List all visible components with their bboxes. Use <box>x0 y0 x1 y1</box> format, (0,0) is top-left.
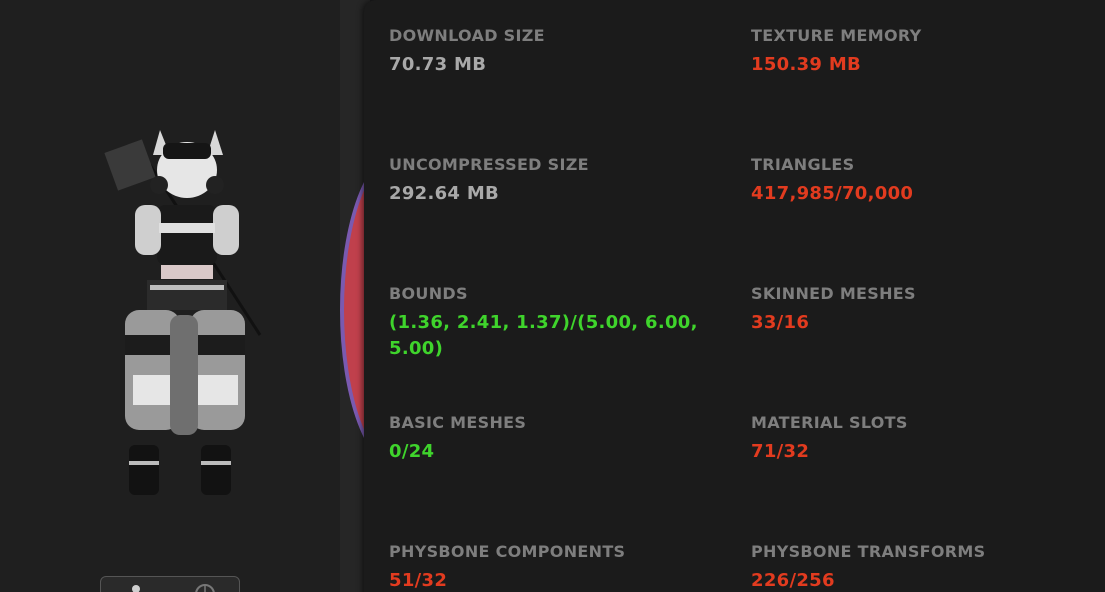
stat-label: MATERIAL SLOTS <box>751 413 908 432</box>
stat-basic-meshes: BASIC MESHES 0/24 <box>389 413 709 465</box>
stat-value: 0/24 <box>389 441 435 462</box>
stat-label: BASIC MESHES <box>389 413 527 432</box>
avatar-model-preview <box>104 130 262 495</box>
stat-label: UNCOMPRESSED SIZE <box>389 155 589 174</box>
stat-bounds: BOUNDS (1.36, 2.41, 1.37)/(5.00, 6.00, 5… <box>389 284 709 362</box>
stat-value: 51/32 <box>389 570 448 591</box>
stat-value: 292.64 MB <box>389 183 500 204</box>
stat-label: SKINNED MESHES <box>751 284 916 303</box>
performance-stats-panel: DOWNLOAD SIZE 70.73 MB TEXTURE MEMORY 15… <box>364 0 1105 592</box>
avatar-view-icon[interactable] <box>125 583 147 592</box>
preview-view-toggle[interactable] <box>100 576 240 592</box>
sphere-view-icon[interactable] <box>194 583 216 592</box>
stat-physbone-transforms: PHYSBONE TRANSFORMS 226/256 <box>751 542 1071 592</box>
stat-value: 70.73 MB <box>389 54 487 75</box>
stat-texture-memory: TEXTURE MEMORY 150.39 MB <box>751 26 1071 78</box>
stat-triangles: TRIANGLES 417,985/70,000 <box>751 155 1071 207</box>
stat-label: DOWNLOAD SIZE <box>389 26 545 45</box>
stat-label: BOUNDS <box>389 284 468 303</box>
stat-label: PHYSBONE COMPONENTS <box>389 542 626 561</box>
stat-value: 150.39 MB <box>751 54 862 75</box>
stat-download-size: DOWNLOAD SIZE 70.73 MB <box>389 26 709 78</box>
stat-value: 417,985/70,000 <box>751 183 914 204</box>
stat-uncompressed-size: UNCOMPRESSED SIZE 292.64 MB <box>389 155 709 207</box>
avatar-performance-screen: DOWNLOAD SIZE 70.73 MB TEXTURE MEMORY 15… <box>0 0 1105 592</box>
stat-label: TEXTURE MEMORY <box>751 26 922 45</box>
stat-label: PHYSBONE TRANSFORMS <box>751 542 986 561</box>
stat-value-line: (1.36, 2.41, 1.37)/(5.00, 6.00, <box>389 312 698 333</box>
stat-value-line: 5.00) <box>389 338 444 359</box>
avatar-preview-pane <box>0 0 340 592</box>
stat-value: 33/16 <box>751 312 810 333</box>
stat-label: TRIANGLES <box>751 155 855 174</box>
stat-value: (1.36, 2.41, 1.37)/(5.00, 6.00, 5.00) <box>389 310 709 362</box>
stat-material-slots: MATERIAL SLOTS 71/32 <box>751 413 1071 465</box>
stat-value: 71/32 <box>751 441 810 462</box>
stat-skinned-meshes: SKINNED MESHES 33/16 <box>751 284 1071 336</box>
stat-value: 226/256 <box>751 570 835 591</box>
stat-physbone-components: PHYSBONE COMPONENTS 51/32 <box>389 542 709 592</box>
